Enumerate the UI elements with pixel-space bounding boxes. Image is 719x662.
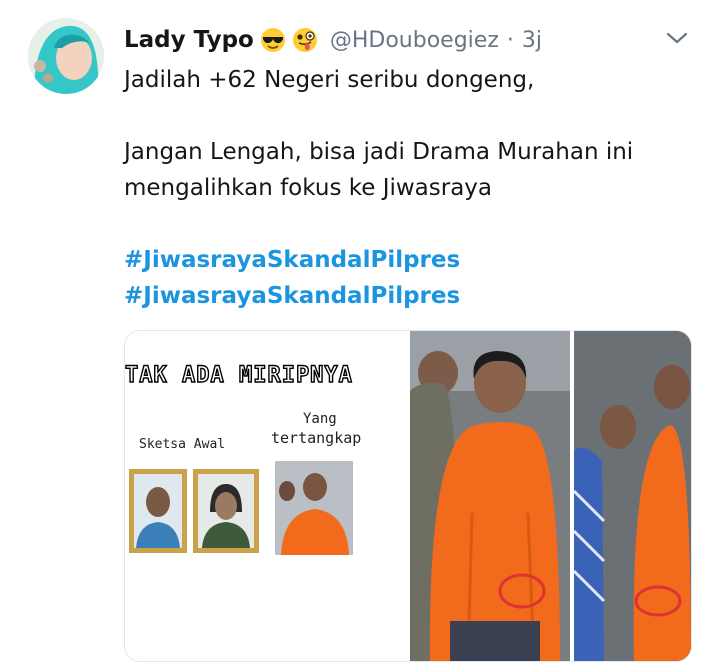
avatar[interactable] [28, 18, 104, 94]
tweet-text: Jadilah +62 Negeri seribu dongeng, Janga… [124, 62, 704, 314]
separator-dot: · [506, 27, 514, 53]
tweet-line: Jangan Lengah, bisa jadi Drama Murahan i… [124, 139, 634, 165]
arrested-photo-thumb [275, 461, 353, 555]
tweet-header: Lady Typo @HDouboegiez · 3j [124, 22, 542, 58]
sunglasses-emoji-icon [260, 28, 285, 52]
meme-label-left: Sketsa Awal [139, 437, 226, 452]
tweet-line: Jadilah +62 Negeri seribu dongeng, [124, 67, 535, 93]
meme-label-right-bottom: tertangkap [271, 429, 362, 447]
tweet-line: mengalihkan fokus ke Jiwasraya [124, 175, 493, 201]
timestamp[interactable]: 3j [522, 28, 542, 53]
winking-tongue-emoji-icon [292, 28, 317, 52]
arrest-photo-1[interactable] [410, 331, 570, 661]
media-attachment[interactable]: TAK ADA MIRIPNYA Sketsa Awal Yang tertan… [124, 330, 692, 662]
hashtag-link[interactable]: #JiwasrayaSkandalPilpres [124, 242, 704, 278]
display-name[interactable]: Lady Typo [124, 27, 254, 53]
sketch-portrait-1 [129, 469, 187, 553]
hashtag-link[interactable]: #JiwasrayaSkandalPilpres [124, 278, 704, 314]
meme-title: TAK ADA MIRIPNYA [125, 362, 353, 388]
meme-image[interactable]: TAK ADA MIRIPNYA Sketsa Awal Yang tertan… [125, 331, 410, 661]
sketch-portrait-2 [193, 469, 259, 553]
meme-label-right-top: Yang [303, 411, 337, 427]
avatar-image [28, 18, 104, 94]
user-handle[interactable]: @HDouboegiez [330, 28, 499, 53]
chevron-down-icon[interactable] [666, 30, 688, 46]
arrest-photo-2[interactable] [572, 331, 691, 661]
